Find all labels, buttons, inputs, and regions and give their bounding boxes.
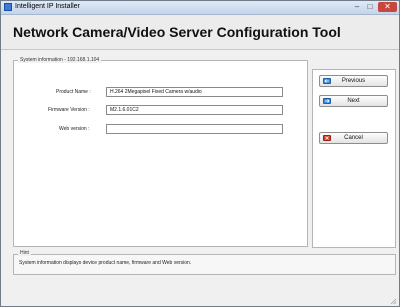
installer-window: Intelligent IP Installer – □ ✕ Network C… (0, 0, 400, 307)
system-info-group-label: System information - 192.168.1.104 (18, 57, 102, 63)
maximize-button[interactable]: □ (364, 2, 376, 12)
next-button[interactable]: Next (319, 95, 388, 107)
title-bar[interactable]: Intelligent IP Installer – □ ✕ (1, 1, 399, 15)
app-icon (4, 3, 12, 11)
page-title: Network Camera/Video Server Configuratio… (13, 24, 341, 40)
next-button-label: Next (347, 98, 360, 104)
close-button[interactable]: ✕ (378, 2, 397, 12)
firmware-version-label: Firmware Version : (48, 107, 90, 113)
resize-grip-icon[interactable] (389, 297, 397, 305)
product-name-label: Product Name : (56, 89, 91, 95)
hint-label: Hint (18, 250, 31, 256)
hint-text: System information displays device produ… (19, 260, 192, 266)
firmware-version-field[interactable]: M2.1.6.01C2 (106, 105, 283, 115)
page-header: Network Camera/Video Server Configuratio… (1, 15, 399, 49)
previous-button[interactable]: Previous (319, 75, 388, 87)
minimize-button[interactable]: – (351, 2, 363, 12)
header-divider (1, 49, 399, 50)
cancel-button[interactable]: Cancel (319, 132, 388, 144)
web-version-label: Web version : (59, 126, 90, 132)
web-version-field[interactable] (106, 124, 283, 134)
window-title: Intelligent IP Installer (15, 3, 80, 10)
product-name-field[interactable]: H.264 2Megapixel Fixed Camera w/audio (106, 87, 283, 97)
previous-button-label: Previous (341, 78, 366, 84)
cancel-button-label: Cancel (344, 135, 363, 141)
